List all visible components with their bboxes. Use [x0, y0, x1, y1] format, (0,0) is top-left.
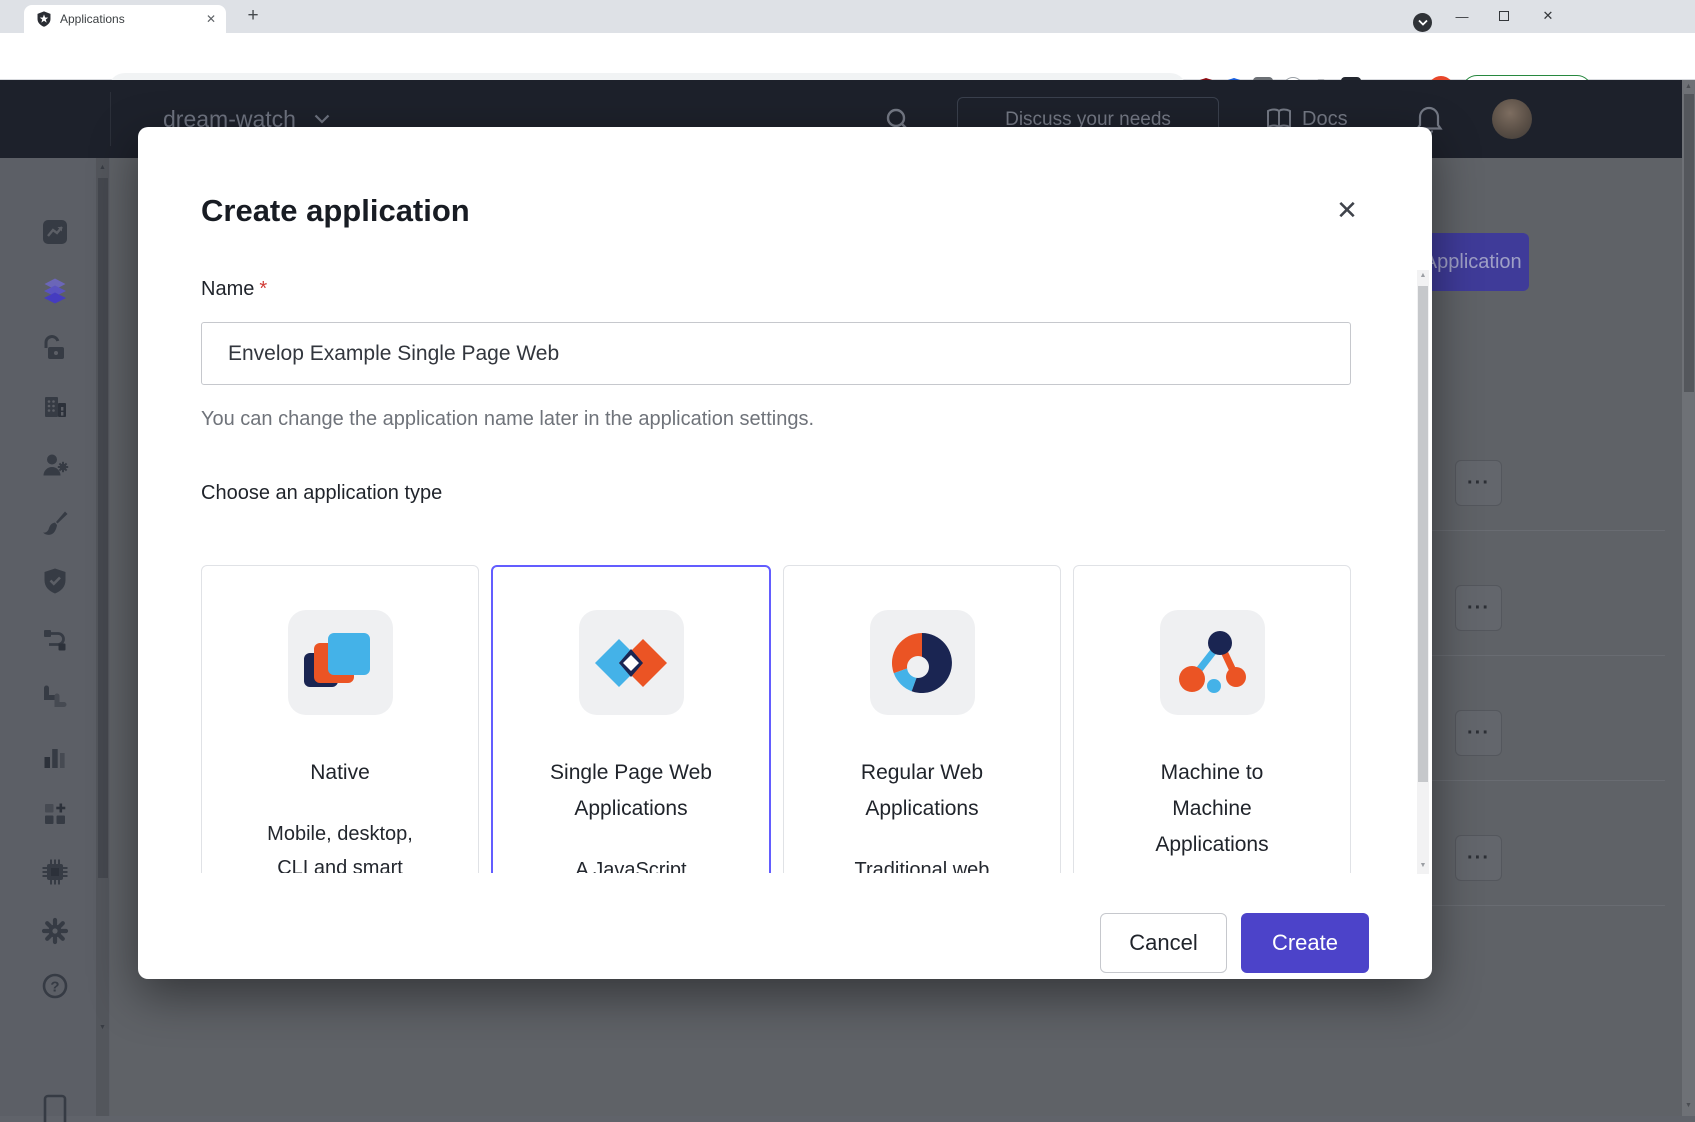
application-name-input[interactable] [201, 322, 1351, 385]
browser-toolbar: ← → ↻ manage.auth0.com/dashboard/eu/drea… [0, 33, 1695, 80]
sidebar-item-monitoring-icon[interactable] [40, 742, 70, 772]
sidebar-item-user-management-icon[interactable] [40, 450, 70, 480]
create-button[interactable]: Create [1241, 913, 1369, 973]
create-application-modal: Create application ✕ Name* You can chang… [138, 127, 1432, 979]
name-label: Name* [201, 278, 267, 301]
new-tab-button[interactable]: + [240, 3, 266, 29]
tab-title: Applications [60, 12, 206, 26]
native-icon [288, 610, 393, 715]
sidebar-item-security-icon[interactable] [40, 566, 70, 596]
sidebar-item-marketplace-icon[interactable] [40, 799, 70, 829]
modal-close-icon[interactable]: ✕ [1327, 190, 1367, 230]
modal-scrollbar[interactable]: ▲ ▼ [1417, 270, 1429, 874]
card-native[interactable]: Native Mobile, desktop, CLI and smart [201, 565, 479, 873]
user-avatar[interactable] [1492, 99, 1532, 139]
page-scroll-down-icon[interactable]: ▼ [1682, 1102, 1695, 1109]
modal-scroll-down-icon[interactable]: ▼ [1417, 862, 1429, 869]
page-scrollbar-thumb[interactable] [1684, 94, 1694, 392]
card-description: A JavaScript [544, 853, 719, 873]
card-title: Native [253, 755, 428, 791]
modal-scroll-up-icon[interactable]: ▲ [1417, 272, 1429, 279]
page-scroll-up-icon[interactable]: ▲ [1682, 83, 1695, 90]
sidebar-nav: ? [0, 158, 110, 1116]
sidebar-item-partial-icon[interactable] [40, 1092, 70, 1122]
row-menu-button[interactable]: ··· [1455, 710, 1502, 756]
sidebar-item-authentication-icon[interactable] [40, 334, 70, 364]
maximize-icon [1499, 11, 1509, 21]
application-type-cards: Native Mobile, desktop, CLI and smart Si… [201, 565, 1351, 873]
m2m-icon [1160, 610, 1265, 715]
card-description: Mobile, desktop, CLI and smart [253, 817, 428, 873]
sidebar-item-help-icon[interactable]: ? [40, 971, 70, 1001]
window-maximize-button[interactable] [1484, 0, 1524, 32]
card-title: Single Page Web Applications [544, 755, 719, 827]
card-title: Regular Web Applications [835, 755, 1010, 827]
sidebar-scroll-up-icon[interactable]: ▲ [96, 164, 109, 171]
sidebar-scrollbar-thumb[interactable] [98, 178, 108, 878]
application-type-label: Choose an application type [201, 482, 442, 505]
card-machine-to-machine[interactable]: Machine to Machine Applications [1073, 565, 1351, 873]
chevron-down-icon [314, 114, 330, 124]
modal-scrollbar-thumb[interactable] [1418, 286, 1428, 782]
sidebar-item-extensions-icon[interactable] [40, 857, 70, 887]
modal-title: Create application [201, 193, 470, 229]
regular-web-icon [870, 610, 975, 715]
cancel-button[interactable]: Cancel [1100, 913, 1227, 973]
sidebar-item-auth-pipeline-icon[interactable] [40, 683, 70, 713]
sidebar-item-activity-icon[interactable] [40, 217, 70, 247]
sidebar-scroll-down-icon[interactable]: ▼ [96, 1024, 109, 1031]
card-description: Traditional web [835, 853, 1010, 873]
sidebar-item-actions-icon[interactable] [40, 625, 70, 655]
svg-text:?: ? [50, 979, 59, 996]
name-help-text: You can change the application name late… [201, 408, 814, 431]
required-asterisk: * [259, 278, 267, 300]
spa-icon [579, 610, 684, 715]
sidebar-item-applications-icon[interactable] [40, 276, 70, 306]
window-minimize-button[interactable]: — [1442, 0, 1482, 32]
tab-close-icon[interactable]: ✕ [206, 12, 216, 26]
browser-tab-applications[interactable]: Applications ✕ [24, 5, 226, 33]
card-regular-web[interactable]: Regular Web Applications Traditional web [783, 565, 1061, 873]
browser-tab-bar: Applications ✕ + — ✕ [0, 0, 1695, 33]
header-divider [110, 92, 111, 146]
auth0-favicon-icon [36, 11, 52, 27]
card-title: Machine to Machine Applications [1125, 755, 1300, 863]
tab-search-icon[interactable] [1413, 13, 1432, 32]
sidebar-item-settings-icon[interactable] [40, 916, 70, 946]
row-menu-button[interactable]: ··· [1455, 835, 1502, 881]
row-menu-button[interactable]: ··· [1455, 460, 1502, 506]
card-single-page-web[interactable]: Single Page Web Applications A JavaScrip… [491, 565, 771, 873]
sidebar-item-branding-icon[interactable] [40, 508, 70, 538]
row-menu-button[interactable]: ··· [1455, 585, 1502, 631]
window-close-button[interactable]: ✕ [1528, 0, 1568, 32]
sidebar-item-organizations-icon[interactable] [40, 392, 70, 422]
